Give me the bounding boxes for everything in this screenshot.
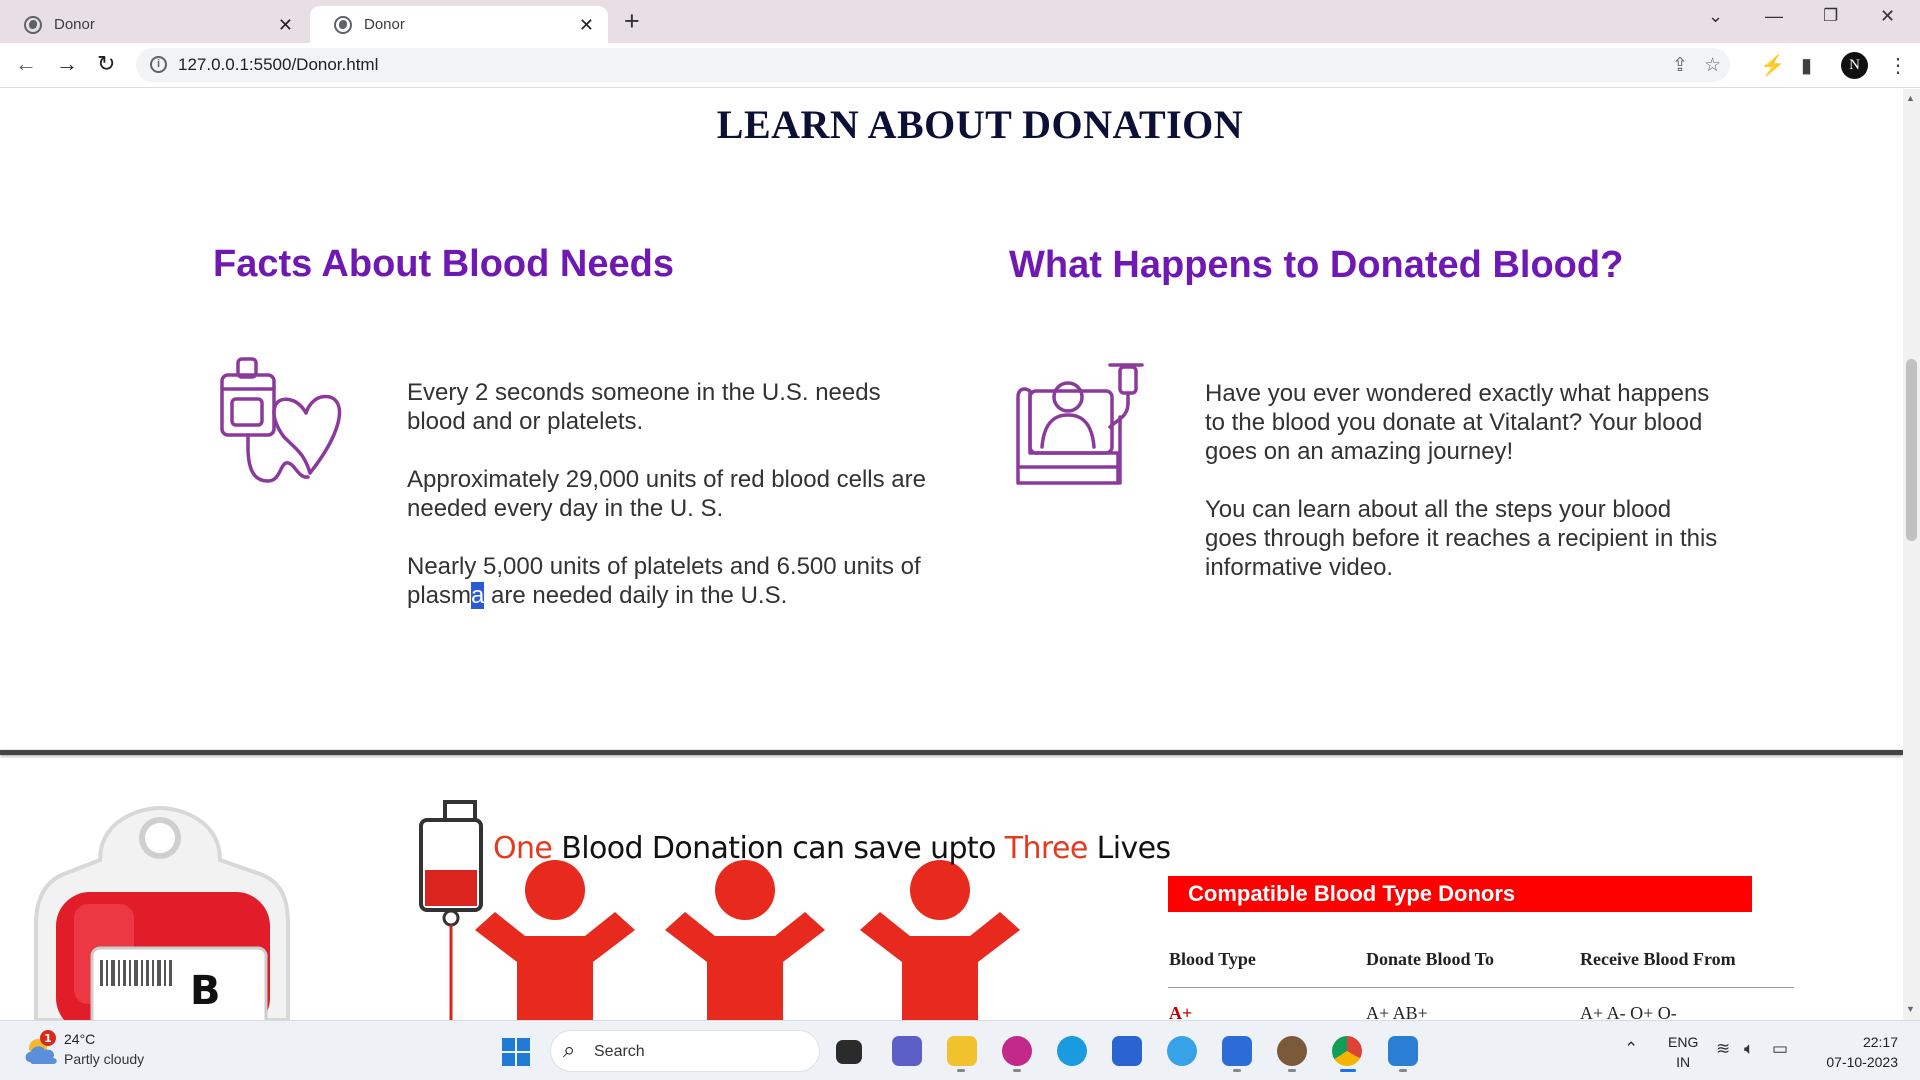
scroll-thumb[interactable] [1906,359,1917,541]
game-app-icon[interactable] [1277,1036,1307,1066]
edge-browser-icon[interactable] [1057,1036,1087,1066]
file-explorer-icon[interactable] [947,1036,977,1066]
caption-three: Three [1004,831,1089,866]
info-paragraph: Have you ever wondered exactly what happ… [1205,380,1710,465]
tab-title: Donor [364,16,405,33]
window-close-button[interactable]: ✕ [1880,6,1895,27]
minimize-button[interactable]: — [1765,6,1783,27]
tab-donor-2[interactable]: Donor ✕ [310,6,608,43]
blood-bag-heart-icon [220,357,342,483]
forward-icon[interactable]: → [56,51,78,77]
table-cell-donate-to: A+ AB+ [1366,1003,1428,1020]
clock-date: 07-10-2023 [1826,1054,1898,1070]
browser-toolbar: ← → ↻ i 127.0.0.1:5500/Donor.html ⇪ ☆ ⚡ … [0,43,1920,88]
remote-app-icon[interactable] [1222,1036,1252,1066]
weather-temperature[interactable]: 24°C [64,1031,95,1047]
address-bar[interactable]: i 127.0.0.1:5500/Donor.html ⇪ ☆ [136,48,1730,82]
table-header-donate-to: Donate Blood To [1366,949,1495,969]
running-indicator [1013,1069,1021,1072]
reload-icon[interactable]: ↻ [97,51,115,77]
fact-paragraph: Approximately 29,000 units of red blood … [407,466,926,522]
blood-bag-b-illustration: B [34,805,290,1020]
facts-heading: Facts About Blood Needs [213,243,674,285]
chrome-icon[interactable] [1332,1036,1362,1066]
wps-office-icon[interactable] [1002,1036,1032,1066]
donated-blood-paragraphs: Have you ever wondered exactly what happ… [1205,379,1725,611]
profile-avatar[interactable]: N [1841,52,1868,79]
caption-one: One [493,831,553,866]
active-app-indicator [1340,1069,1356,1072]
task-view-icon[interactable] [836,1040,862,1064]
running-indicator [957,1069,965,1072]
back-icon[interactable]: ← [15,51,37,77]
search-placeholder: Search [594,1043,645,1060]
running-indicator [1233,1069,1241,1072]
system-clock[interactable]: 22:17 07-10-2023 [1812,1032,1898,1072]
globe-icon [334,15,352,34]
battery-icon[interactable]: ▭ [1772,1039,1788,1059]
side-panel-icon[interactable]: ▮ [1801,53,1812,78]
wifi-icon[interactable]: ≋ [1716,1039,1730,1059]
extension-icon[interactable]: ⚡ [1760,53,1785,78]
start-button[interactable] [502,1038,530,1066]
app-icon[interactable] [1167,1036,1197,1066]
show-hidden-icons-chevron[interactable]: ⌃ [1624,1039,1638,1059]
microsoft-store-icon[interactable] [1112,1036,1142,1066]
table-header-rule [1168,987,1794,988]
clock-time: 22:17 [1862,1034,1898,1050]
tab-strip: Donor ✕ Donor ✕ + ⌄ — ❐ ✕ [0,0,1920,43]
fact-text: are needed daily in the U.S. [484,582,788,609]
page-viewport: LEARN ABOUT DONATION Facts About Blood N… [0,89,1903,1020]
section-divider [0,750,1903,755]
running-indicator [1399,1069,1407,1072]
table-header-blood-type: Blood Type [1169,949,1256,969]
fact-paragraph: Nearly 5,000 units of platelets and 6.50… [407,552,927,610]
url-text[interactable]: 127.0.0.1:5500/Donor.html [178,55,378,75]
language-code: ENG [1668,1034,1699,1050]
vertical-scrollbar[interactable]: ▲ ▼ [1903,89,1920,1020]
page-title: LEARN ABOUT DONATION [716,102,1244,147]
text-selection: a [471,582,485,609]
bookmark-star-icon[interactable]: ☆ [1704,54,1721,77]
table-header-receive-from: Receive Blood From [1580,949,1736,969]
globe-icon [24,15,42,34]
close-tab-icon[interactable]: ✕ [278,15,293,36]
close-tab-icon[interactable]: ✕ [579,15,594,36]
search-icon: ⌕ [563,1037,576,1062]
facts-paragraphs: Every 2 seconds someone in the U.S. need… [407,378,927,639]
teams-meet-icon[interactable] [892,1036,922,1066]
caption-text: Lives [1087,831,1172,866]
lives-caption: One Blood Donation can save upto Three L… [493,831,1171,866]
fact-paragraph: Every 2 seconds someone in the U.S. need… [407,379,881,435]
taskbar-search[interactable]: ⌕ Search [550,1030,820,1072]
weather-partly-cloudy-icon[interactable]: 1 [22,1030,62,1070]
weather-badge: 1 [44,1032,52,1045]
patient-bed-icon [1016,363,1144,485]
weather-description[interactable]: Partly cloudy [64,1051,144,1067]
menu-kebab-icon[interactable]: ⋮ [1888,53,1908,78]
table-cell-receive-from: A+ A- O+ O- [1580,1003,1677,1020]
new-tab-button[interactable]: + [624,6,640,37]
tab-search-chevron-icon[interactable]: ⌄ [1708,6,1723,27]
scroll-down-arrow-icon[interactable]: ▼ [1906,1004,1915,1014]
photos-app-icon[interactable] [1388,1036,1418,1066]
info-icon[interactable]: i [150,56,167,73]
volume-icon[interactable]: 🔈︎ [1744,1039,1754,1059]
windows-taskbar: 1 24°C Partly cloudy ⌕ Search ⌃ ENG IN ≋… [0,1020,1920,1080]
tab-donor-1[interactable]: Donor ✕ [0,6,307,43]
compat-table-title: Compatible Blood Type Donors [1168,876,1752,912]
share-icon[interactable]: ⇪ [1672,54,1688,77]
restore-button[interactable]: ❐ [1823,6,1838,26]
table-cell-blood-type: A+ [1169,1003,1193,1020]
info-paragraph: You can learn about all the steps your b… [1205,496,1718,581]
region-code: IN [1676,1054,1691,1070]
running-indicator [1288,1069,1296,1072]
tab-title: Donor [54,16,95,33]
input-language[interactable]: ENG IN [1668,1032,1698,1072]
caption-text: Blood Donation can save upto [552,831,1005,866]
blood-group-label: B [190,968,221,1014]
scroll-up-arrow-icon[interactable]: ▲ [1906,93,1915,103]
donated-blood-heading: What Happens to Donated Blood? [1009,244,1624,286]
